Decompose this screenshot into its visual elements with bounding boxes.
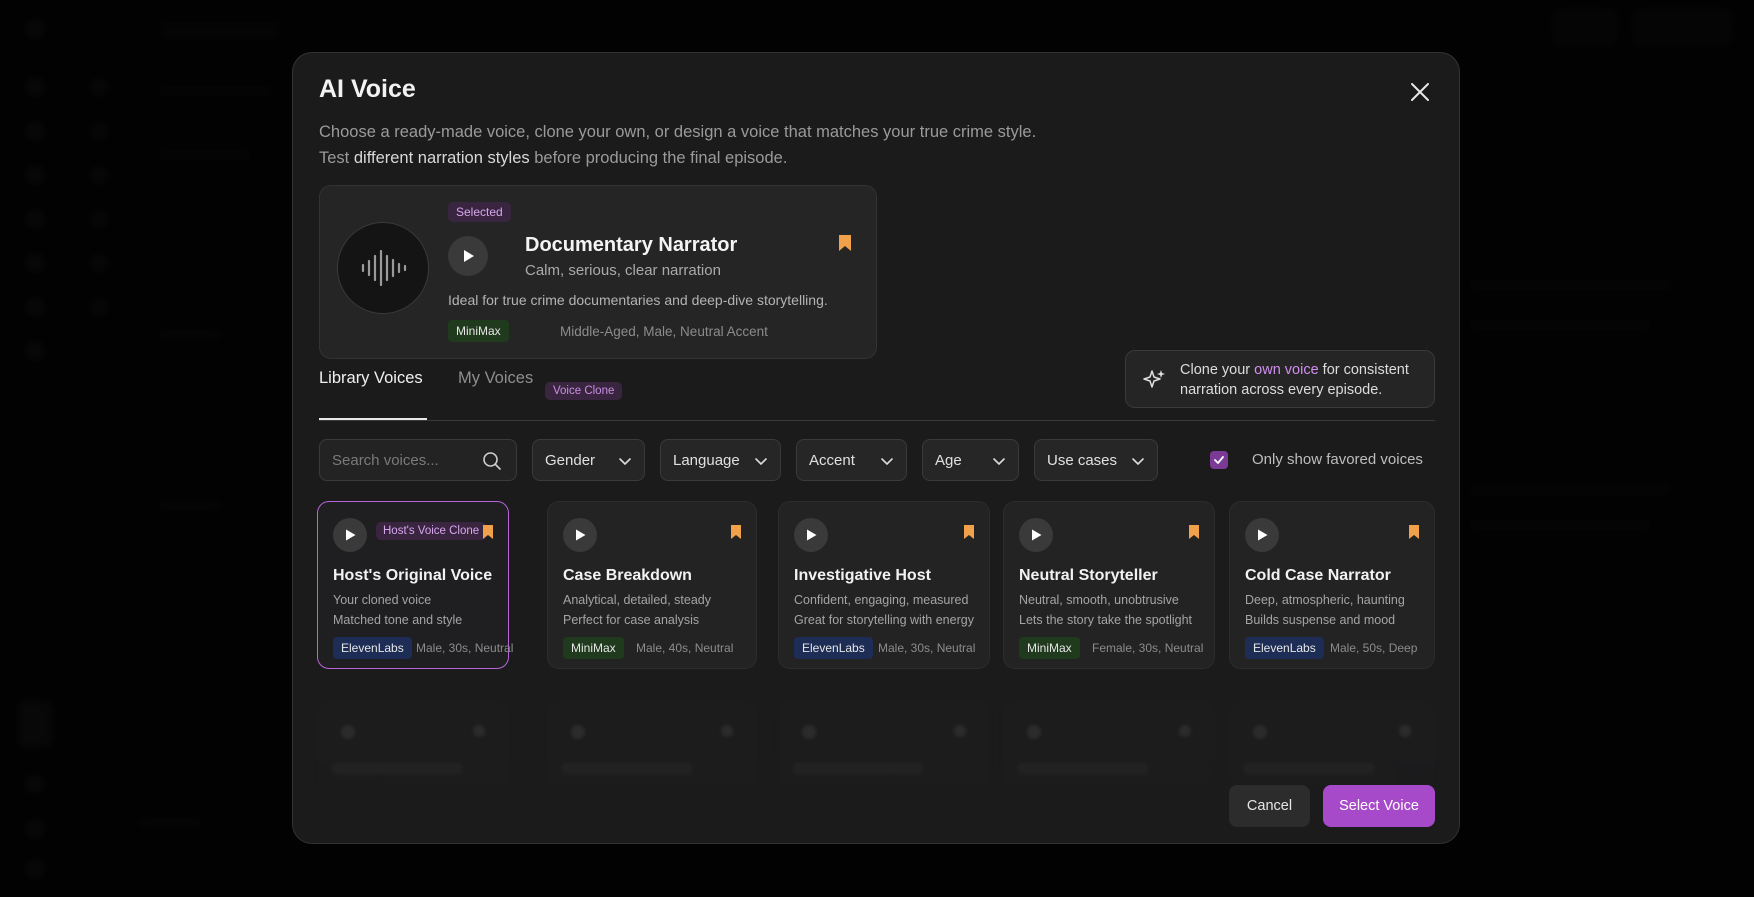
selected-voice-ideal: Ideal for true crime documentaries and d… [448, 292, 828, 308]
voice-name: Case Breakdown [563, 567, 692, 584]
play-button[interactable] [333, 518, 367, 552]
cancel-button[interactable]: Cancel [1229, 785, 1310, 827]
tab-library-voices[interactable]: Library Voices [319, 369, 423, 388]
accent-dropdown[interactable]: Accent [796, 439, 907, 481]
gender-dropdown[interactable]: Gender [532, 439, 645, 481]
provider-badge: ElevenLabs [333, 637, 412, 659]
search-icon[interactable] [482, 451, 502, 471]
selected-voice-description: Calm, serious, clear narration [525, 262, 721, 279]
tab-my-voices[interactable]: My Voices [458, 369, 533, 388]
chevron-down-icon [619, 458, 631, 466]
voice-card[interactable]: Host's Voice Clone Host's Original Voice… [317, 501, 513, 669]
active-tab-indicator [319, 418, 427, 420]
play-icon [807, 529, 817, 541]
chevron-down-icon [1132, 458, 1144, 466]
dialog-title: AI Voice [319, 75, 416, 103]
favorites-checkbox[interactable] [1210, 451, 1228, 469]
voice-use: Builds suspense and mood [1245, 613, 1396, 627]
play-button[interactable] [1245, 518, 1279, 552]
ai-voice-dialog: AI Voice Choose a ready-made voice, clon… [292, 52, 1460, 844]
provider-badge: MiniMax [448, 320, 509, 342]
selected-voice-meta: Middle-Aged, Male, Neutral Accent [560, 324, 768, 339]
selected-voice-card: Selected Documentary Narrator Calm, seri… [319, 185, 877, 359]
voice-meta: Male, 30s, Neutral [416, 641, 514, 655]
language-label: Language [673, 452, 740, 469]
subtitle-line-2: Test different narration styles before p… [319, 149, 788, 167]
bookmark-button[interactable] [838, 234, 852, 257]
language-dropdown[interactable]: Language [660, 439, 781, 481]
voice-name: Cold Case Narrator [1245, 567, 1391, 584]
chevron-down-icon [881, 458, 893, 466]
subtitle-line-1: Choose a ready-made voice, clone your ow… [319, 123, 1037, 141]
search-box [319, 439, 517, 481]
close-button[interactable] [1407, 79, 1433, 105]
voice-name: Host's Original Voice [333, 567, 493, 584]
voice-card[interactable]: Cold Case Narrator Deep, atmospheric, ha… [1229, 501, 1435, 669]
voice-tone: Deep, atmospheric, haunting [1245, 593, 1405, 607]
play-button[interactable] [563, 518, 597, 552]
voice-card[interactable]: Neutral Storyteller Neutral, smooth, uno… [1003, 501, 1215, 669]
bookmark-icon[interactable] [730, 524, 742, 540]
chevron-down-icon [755, 458, 767, 466]
voice-meta: Male, 50s, Deep [1330, 641, 1418, 655]
voice-card[interactable]: Investigative Host Confident, engaging, … [778, 501, 990, 669]
play-icon [576, 529, 586, 541]
voice-tone: Confident, engaging, measured [794, 593, 969, 607]
play-icon [1258, 529, 1268, 541]
bookmark-icon[interactable] [482, 524, 494, 540]
voice-clone-tag: Host's Voice Clone [376, 522, 487, 540]
provider-badge: MiniMax [1019, 637, 1080, 659]
voice-tone: Analytical, detailed, steady [563, 593, 712, 607]
play-icon [346, 529, 356, 541]
play-preview-button[interactable] [448, 236, 488, 276]
waveform-icon [361, 249, 407, 287]
close-icon [1411, 83, 1429, 101]
voice-tone: Neutral, smooth, unobtrusive [1019, 593, 1179, 607]
voice-use: Lets the story take the spotlight [1019, 613, 1193, 627]
select-voice-button[interactable]: Select Voice [1323, 785, 1435, 827]
use-cases-label: Use cases [1047, 452, 1118, 469]
voice-use: Perfect for case analysis [563, 613, 700, 627]
voice-name: Investigative Host [794, 567, 931, 584]
voice-meta: Female, 30s, Neutral [1092, 641, 1204, 655]
play-icon [464, 250, 474, 262]
tab-divider [319, 420, 1435, 421]
selected-voice-name: Documentary Narrator [525, 234, 738, 256]
waveform-avatar [337, 222, 429, 314]
provider-badge: ElevenLabs [1245, 637, 1324, 659]
bookmark-icon [839, 235, 851, 251]
provider-badge: MiniMax [563, 637, 624, 659]
bookmark-icon[interactable] [1408, 524, 1420, 540]
voice-card[interactable]: Case Breakdown Analytical, detailed, ste… [547, 501, 757, 669]
voice-meta: Male, 30s, Neutral [878, 641, 976, 655]
dialog-subtitle: Choose a ready-made voice, clone your ow… [319, 119, 1036, 171]
bookmark-icon[interactable] [963, 524, 975, 540]
use-cases-dropdown[interactable]: Use cases [1034, 439, 1158, 481]
play-button[interactable] [1019, 518, 1053, 552]
check-icon [1214, 456, 1224, 464]
provider-badge: ElevenLabs [794, 637, 873, 659]
sparkle-icon [1143, 370, 1165, 388]
voice-tone: Your cloned voice [333, 593, 432, 607]
play-icon [1032, 529, 1042, 541]
voice-use: Matched tone and style [333, 613, 463, 627]
age-dropdown[interactable]: Age [922, 439, 1019, 481]
chevron-down-icon [993, 458, 1005, 466]
voice-use: Great for storytelling with energy [794, 613, 974, 627]
age-label: Age [935, 452, 962, 469]
voice-meta: Male, 40s, Neutral [636, 641, 734, 655]
bookmark-icon[interactable] [1188, 524, 1200, 540]
search-input[interactable] [332, 440, 482, 480]
clone-callout-text: Clone your own voice for consistent narr… [1180, 362, 1409, 398]
gender-label: Gender [545, 452, 596, 469]
selected-badge: Selected [448, 202, 511, 222]
play-button[interactable] [794, 518, 828, 552]
clone-voice-callout[interactable]: Clone your own voice for consistent narr… [1125, 350, 1435, 408]
voice-clone-badge: Voice Clone [545, 382, 623, 400]
voice-name: Neutral Storyteller [1019, 567, 1158, 584]
accent-label: Accent [809, 452, 855, 469]
favorites-label[interactable]: Only show favored voices [1252, 451, 1423, 468]
